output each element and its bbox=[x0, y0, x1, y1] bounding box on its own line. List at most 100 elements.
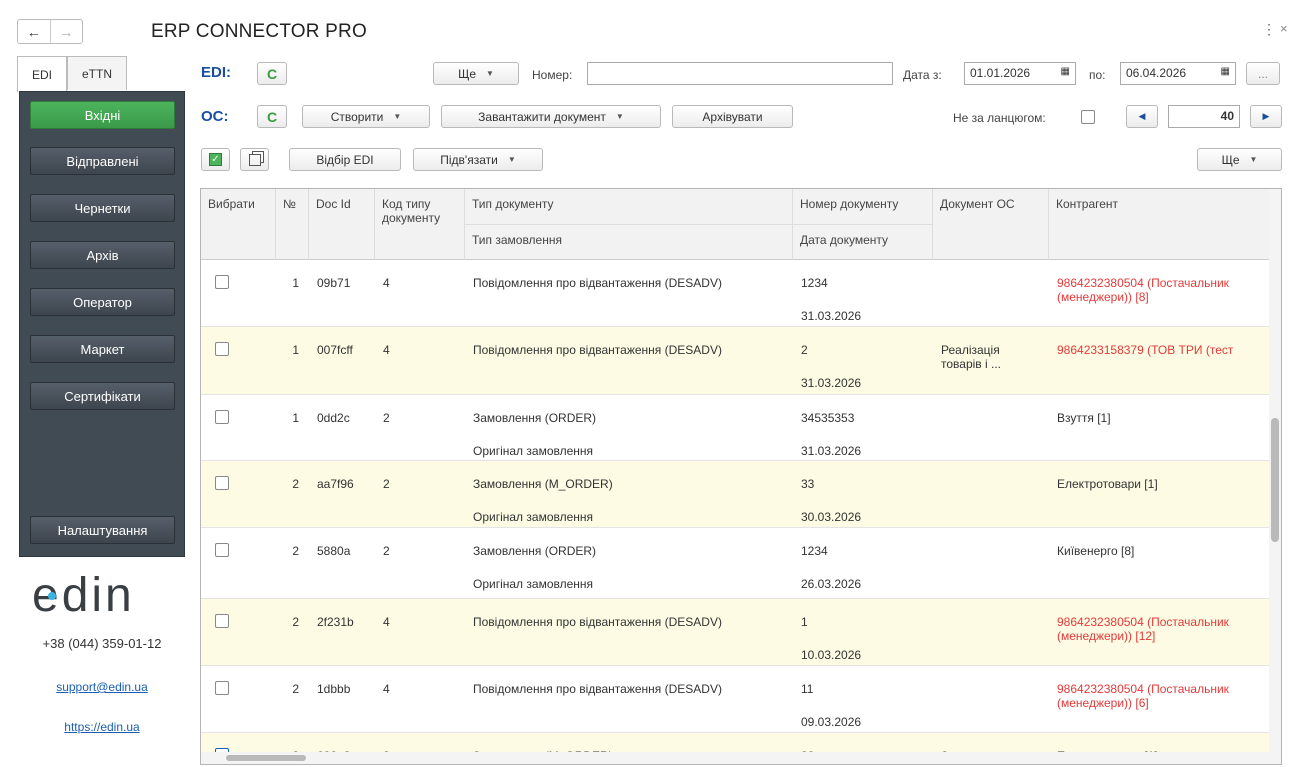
date-from-value: 01.01.2026 bbox=[970, 66, 1031, 80]
cell-doc-date: 10.03.2026 bbox=[801, 648, 862, 662]
support-email-link[interactable]: support@edin.ua bbox=[56, 680, 148, 694]
not-chain-checkbox[interactable] bbox=[1081, 110, 1095, 124]
row-select-checkbox[interactable] bbox=[215, 681, 229, 695]
cell-doc-date: 31.03.2026 bbox=[801, 444, 862, 458]
calendar-icon[interactable]: ▦ bbox=[1221, 66, 1230, 77]
table-header: Вибрати № Doc Id Код типу документу Тип … bbox=[201, 189, 1271, 260]
create-button[interactable]: Створити ▼ bbox=[302, 105, 430, 128]
tab-ettn[interactable]: eTTN bbox=[67, 56, 127, 90]
prev-page-button[interactable]: ◀ bbox=[1126, 105, 1158, 128]
col-order-type[interactable]: Тип замовлення bbox=[465, 225, 793, 260]
next-page-button[interactable]: ▶ bbox=[1250, 105, 1282, 128]
documents-table: Вибрати № Doc Id Код типу документу Тип … bbox=[200, 188, 1282, 765]
row-select-checkbox[interactable] bbox=[215, 476, 229, 490]
horizontal-scrollbar[interactable] bbox=[201, 752, 1271, 764]
sidebar-item-incoming[interactable]: Вхідні bbox=[30, 101, 175, 129]
filter-edi-button[interactable]: Відбір EDI bbox=[289, 148, 401, 171]
number-label: Номер: bbox=[532, 68, 573, 82]
select-all-button[interactable]: ✓ bbox=[201, 148, 230, 171]
cell-doc-date: 09.03.2026 bbox=[801, 715, 862, 729]
sidebar: Вхідні Відправлені Чернетки Архів Операт… bbox=[19, 91, 185, 557]
page-size-input[interactable]: 40 bbox=[1168, 105, 1240, 128]
row-select-checkbox[interactable] bbox=[215, 410, 229, 424]
cell-doc-id: aa7f96 bbox=[317, 477, 354, 491]
cell-type-code: 2 bbox=[383, 544, 390, 558]
edin-logo: edin bbox=[28, 567, 178, 623]
cell-doc-oc[interactable]: Реалізація товарів і ... bbox=[941, 343, 1041, 371]
h-scroll-thumb[interactable] bbox=[226, 755, 306, 761]
cell-type-code: 4 bbox=[383, 615, 390, 629]
website-link[interactable]: https://edin.ua bbox=[64, 720, 139, 734]
col-doc-oc[interactable]: Документ ОС bbox=[933, 189, 1049, 260]
date-from-field[interactable]: 01.01.2026 ▦ bbox=[964, 62, 1076, 85]
chevron-down-icon: ▼ bbox=[1249, 155, 1258, 164]
more-button[interactable]: Ще ▼ bbox=[1197, 148, 1282, 171]
cell-doc-number: 1 bbox=[801, 615, 808, 629]
cell-doc-id: 1dbbb bbox=[317, 682, 351, 696]
edi-refresh-button[interactable]: C bbox=[257, 62, 287, 85]
col-doc-date[interactable]: Дата документу bbox=[793, 225, 933, 260]
date-to-field[interactable]: 06.04.2026 ▦ bbox=[1120, 62, 1236, 85]
cell-doc-type: Повідомлення про відвантаження (DESADV) bbox=[473, 276, 722, 290]
link-label: Підв'язати bbox=[440, 152, 498, 167]
cell-num: 1 bbox=[292, 411, 299, 425]
table-row[interactable]: 2 aa7f96 2 Замовлення (M_ORDER) Оригінал зам… bbox=[201, 461, 1271, 528]
cell-doc-type: Замовлення (ORDER) bbox=[473, 544, 597, 558]
col-doc-id[interactable]: Doc Id bbox=[309, 189, 375, 260]
sidebar-item-operator[interactable]: Оператор bbox=[30, 288, 175, 316]
cell-doc-number: 2 bbox=[801, 343, 808, 357]
not-chain-label: Не за ланцюгом: bbox=[953, 111, 1046, 125]
table-row[interactable]: 1 007fcff 4 Повідомлення про відвантаження … bbox=[201, 327, 1271, 395]
number-input[interactable] bbox=[587, 62, 893, 85]
cell-doc-id: 5880a bbox=[317, 544, 351, 558]
col-select[interactable]: Вибрати bbox=[201, 189, 276, 260]
table-row[interactable]: 1 0dd2c 2 Замовлення (ORDER) Оригінал замовл… bbox=[201, 395, 1271, 461]
cell-doc-number: 1234 bbox=[801, 276, 828, 290]
oc-refresh-button[interactable]: C bbox=[257, 105, 287, 128]
load-document-button[interactable]: Завантажити документ ▼ bbox=[441, 105, 661, 128]
sidebar-item-archive[interactable]: Архів bbox=[30, 241, 175, 269]
cell-doc-type: Повідомлення про відвантаження (DESADV) bbox=[473, 343, 722, 357]
table-row[interactable]: 2 5880a 2 Замовлення (ORDER) Оригінал замовл… bbox=[201, 528, 1271, 599]
scroll-thumb[interactable] bbox=[1271, 418, 1279, 542]
row-select-checkbox[interactable] bbox=[215, 543, 229, 557]
copy-button[interactable] bbox=[240, 148, 269, 171]
col-doc-type[interactable]: Тип документу bbox=[465, 189, 793, 225]
cell-type-code: 2 bbox=[383, 477, 390, 491]
more-menu-icon[interactable]: ⋮ bbox=[1262, 21, 1276, 38]
sidebar-item-certificates[interactable]: Сертифікати bbox=[30, 382, 175, 410]
col-num[interactable]: № bbox=[276, 189, 309, 260]
cell-doc-id: 0dd2c bbox=[317, 411, 350, 425]
row-select-checkbox[interactable] bbox=[215, 614, 229, 628]
back-arrow-icon[interactable]: ← bbox=[18, 20, 50, 43]
vertical-scrollbar[interactable] bbox=[1269, 189, 1281, 764]
row-select-checkbox[interactable] bbox=[215, 342, 229, 356]
table-row[interactable]: 1 09b71 4 Повідомлення про відвантаження (D… bbox=[201, 260, 1271, 327]
cell-doc-number: 34535353 bbox=[801, 411, 855, 425]
close-icon[interactable]: × bbox=[1280, 21, 1288, 36]
row-select-checkbox[interactable] bbox=[215, 275, 229, 289]
cell-counterparty: 9864232380504 (Постачальник (менеджери))… bbox=[1057, 615, 1229, 643]
title-bar: ← → ERP CONNECTOR PRO ⋮ × bbox=[0, 0, 1293, 48]
calendar-icon[interactable]: ▦ bbox=[1061, 66, 1070, 77]
settings-button[interactable]: Налаштування bbox=[30, 516, 175, 544]
sidebar-item-drafts[interactable]: Чернетки bbox=[30, 194, 175, 222]
archive-button[interactable]: Архівувати bbox=[672, 105, 793, 128]
cell-doc-number: 11 bbox=[801, 682, 814, 696]
forward-arrow-icon[interactable]: → bbox=[49, 20, 83, 43]
link-button[interactable]: Підв'язати ▼ bbox=[413, 148, 543, 171]
table-row[interactable]: 2 1dbbb 4 Повідомлення про відвантаження (D… bbox=[201, 666, 1271, 733]
edi-more-button[interactable]: Ще ▼ bbox=[433, 62, 519, 85]
col-counterparty[interactable]: Контрагент bbox=[1049, 189, 1271, 260]
table-row[interactable]: 2 2f231b 4 Повідомлення про відвантаження (… bbox=[201, 599, 1271, 666]
cell-counterparty: Київенерго [8] bbox=[1057, 544, 1135, 558]
more-dots-button[interactable]: ... bbox=[1246, 62, 1280, 85]
date-from-label: Дата з: bbox=[903, 68, 942, 82]
cell-doc-type: Повідомлення про відвантаження (DESADV) bbox=[473, 615, 722, 629]
sidebar-item-market[interactable]: Маркет bbox=[30, 335, 175, 363]
sidebar-item-sent[interactable]: Відправлені bbox=[30, 147, 175, 175]
cell-type-code: 2 bbox=[383, 411, 390, 425]
tab-edi[interactable]: EDI bbox=[17, 56, 67, 92]
col-type-code[interactable]: Код типу документу bbox=[375, 189, 465, 260]
col-doc-number[interactable]: Номер документу bbox=[793, 189, 933, 225]
